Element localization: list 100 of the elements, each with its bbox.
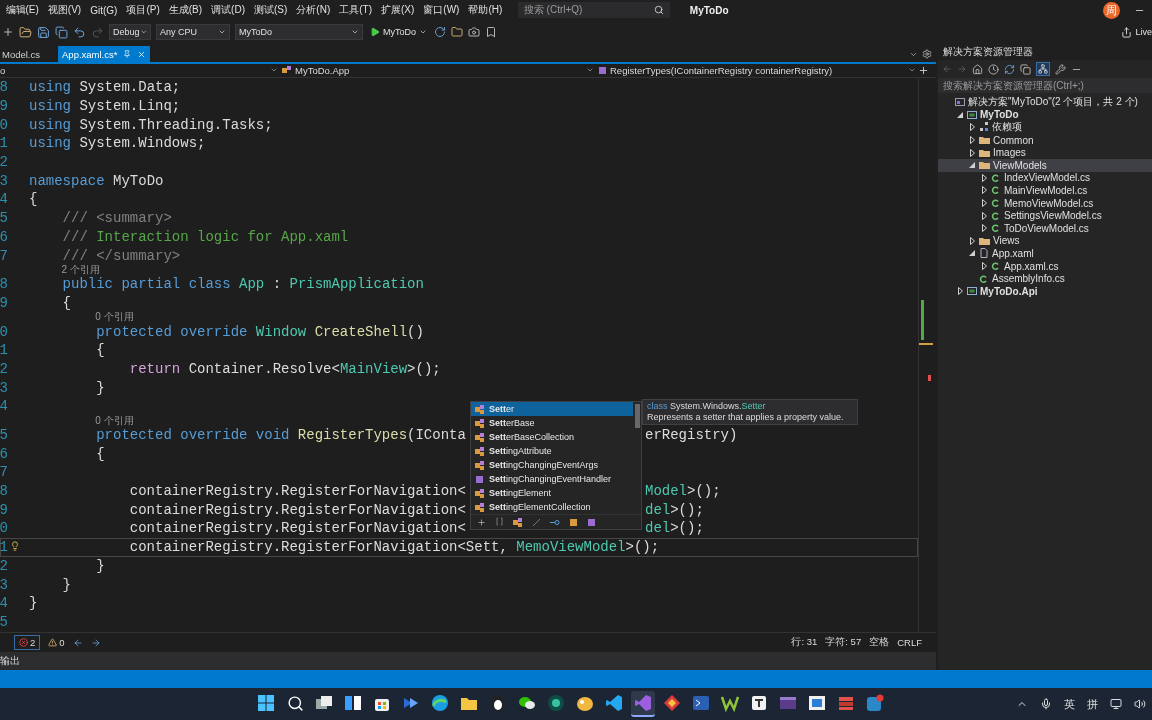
- completion-item[interactable]: SetterBase: [471, 416, 633, 430]
- expanded-arrow-icon[interactable]: [957, 111, 963, 118]
- settings-icon[interactable]: [922, 49, 932, 59]
- caret-icon[interactable]: [586, 66, 594, 74]
- type-dropdown[interactable]: MyToDo.App: [295, 65, 350, 76]
- tree-item[interactable]: App.xaml.cs: [938, 259, 1152, 273]
- menu-item[interactable]: 调试(D): [209, 3, 247, 17]
- tree-item[interactable]: MyToDo: [938, 108, 1152, 122]
- visual-studio-icon[interactable]: [631, 691, 655, 717]
- expanded-arrow-icon[interactable]: [969, 162, 975, 169]
- tree-item[interactable]: 依赖项: [938, 121, 1152, 134]
- warning-count[interactable]: 0: [48, 637, 65, 648]
- collapsed-arrow-icon[interactable]: [981, 224, 987, 233]
- split-icon[interactable]: [918, 65, 929, 76]
- project-dropdown[interactable]: o: [0, 65, 6, 76]
- back-icon[interactable]: [72, 637, 83, 648]
- menu-item[interactable]: 项目(P): [124, 3, 162, 17]
- collapsed-arrow-icon[interactable]: [969, 136, 975, 145]
- collapsed-arrow-icon[interactable]: [981, 262, 987, 270]
- tree-item[interactable]: MemoViewModel.cs: [938, 196, 1152, 210]
- tree-item[interactable]: Common: [938, 133, 1152, 147]
- output-tab[interactable]: 输出: [0, 654, 20, 668]
- tree-item[interactable]: AssemblyInfo.cs: [938, 272, 1152, 285]
- completion-item[interactable]: SetterBaseCollection: [471, 430, 633, 444]
- pin-icon[interactable]: [123, 50, 132, 58]
- collapsed-arrow-icon[interactable]: [969, 236, 975, 245]
- copy-icon[interactable]: [1020, 63, 1031, 75]
- caret-icon[interactable]: [270, 66, 278, 74]
- camera-icon[interactable]: [468, 26, 480, 38]
- open-folder-icon[interactable]: [19, 25, 32, 39]
- reference-count[interactable]: 0 个引用: [95, 311, 134, 323]
- wrench-icon[interactable]: [1055, 63, 1066, 75]
- collapsed-arrow-icon[interactable]: [957, 287, 963, 296]
- collapsed-arrow-icon[interactable]: [981, 211, 987, 220]
- namespace-icon[interactable]: [495, 516, 504, 528]
- collapsed-arrow-icon[interactable]: [969, 148, 975, 157]
- project-dropdown[interactable]: MyToDo: [235, 24, 363, 40]
- tree-item[interactable]: SettingsViewModel.cs: [938, 209, 1152, 222]
- menu-item[interactable]: 视图(V): [46, 3, 83, 17]
- scrollbar[interactable]: [635, 404, 640, 428]
- expanded-arrow-icon[interactable]: [969, 250, 975, 257]
- menu-item[interactable]: Git(G): [88, 4, 119, 16]
- input-method[interactable]: 英: [1064, 696, 1075, 712]
- search-field[interactable]: 搜索 (Ctrl+Q): [517, 2, 670, 18]
- lightbulb-icon[interactable]: [10, 541, 20, 552]
- file-tab[interactable]: Model.cs: [0, 46, 44, 62]
- tree-item[interactable]: MainViewModel.cs: [938, 184, 1152, 197]
- completion-item[interactable]: SettingElement: [471, 486, 633, 500]
- completion-item[interactable]: SettingAttribute: [471, 444, 633, 458]
- save-all-icon[interactable]: [55, 25, 68, 39]
- file-tab[interactable]: App.xaml.cs*: [58, 46, 151, 62]
- forward-icon[interactable]: [90, 637, 101, 648]
- tree-item[interactable]: MyToDo.Api: [938, 284, 1152, 298]
- sync-icon[interactable]: [1004, 63, 1015, 75]
- collapsed-arrow-icon[interactable]: [969, 123, 975, 132]
- display-icon[interactable]: [1110, 698, 1122, 710]
- completion-item[interactable]: Setter: [471, 402, 633, 416]
- speaker-icon[interactable]: [1134, 698, 1146, 710]
- platform-dropdown[interactable]: Any CPU: [156, 24, 230, 40]
- menu-item[interactable]: 窗口(W): [421, 3, 461, 17]
- reference-count[interactable]: 2 个引用: [61, 263, 100, 275]
- run-button[interactable]: MyToDo: [368, 27, 429, 37]
- member-dropdown[interactable]: RegisterTypes(IContainerRegistry containerRegistry): [610, 65, 833, 76]
- collapsed-arrow-icon[interactable]: [981, 173, 987, 182]
- completion-item[interactable]: SettingElementCollection: [471, 500, 633, 514]
- menu-item[interactable]: 帮助(H): [466, 3, 504, 17]
- menu-item[interactable]: 工具(T): [337, 3, 374, 17]
- error-count[interactable]: 2: [14, 635, 41, 650]
- history-icon[interactable]: [988, 63, 999, 75]
- collapsed-arrow-icon[interactable]: [981, 199, 987, 208]
- close-icon[interactable]: [137, 49, 147, 59]
- struct-icon[interactable]: [569, 517, 578, 527]
- expand-icon[interactable]: [477, 517, 486, 527]
- scrollbar[interactable]: [918, 78, 932, 632]
- menu-item[interactable]: 编辑(E): [4, 3, 41, 17]
- tree-item[interactable]: App.xaml: [938, 247, 1152, 260]
- microphone-icon[interactable]: [1040, 698, 1052, 710]
- tree-item[interactable]: Views: [938, 234, 1152, 248]
- search-field[interactable]: 搜索解决方案资源管理器(Ctrl+;): [938, 78, 1152, 93]
- reference-count[interactable]: 0 个引用: [95, 414, 134, 426]
- tree-item[interactable]: Images: [938, 146, 1152, 159]
- completion-item[interactable]: SettingChangingEventHandler: [471, 472, 633, 486]
- tree-item[interactable]: 解决方案"MyToDo"(2 个项目，共 2 个): [938, 96, 1152, 109]
- refresh-icon[interactable]: [434, 26, 446, 38]
- link-icon[interactable]: [532, 517, 541, 527]
- completion-item[interactable]: SettingChangingEventArgs: [471, 458, 633, 472]
- input-method[interactable]: 拼: [1087, 696, 1098, 712]
- save-icon[interactable]: [37, 25, 50, 39]
- collapsed-arrow-icon[interactable]: [981, 186, 987, 195]
- tree-item[interactable]: ViewModels: [938, 158, 1152, 172]
- home-icon[interactable]: [972, 63, 983, 75]
- menu-item[interactable]: 测试(S): [252, 3, 289, 17]
- key-icon[interactable]: [550, 517, 560, 527]
- undo-icon[interactable]: [73, 25, 86, 39]
- folder-icon[interactable]: [451, 26, 463, 38]
- live-share-button[interactable]: Live: [1121, 26, 1152, 38]
- menu-item[interactable]: 扩展(X): [379, 3, 416, 17]
- tree-item[interactable]: IndexViewModel.cs: [938, 171, 1152, 185]
- menu-item[interactable]: 分析(N): [294, 3, 332, 17]
- bookmark-icon[interactable]: [485, 26, 497, 38]
